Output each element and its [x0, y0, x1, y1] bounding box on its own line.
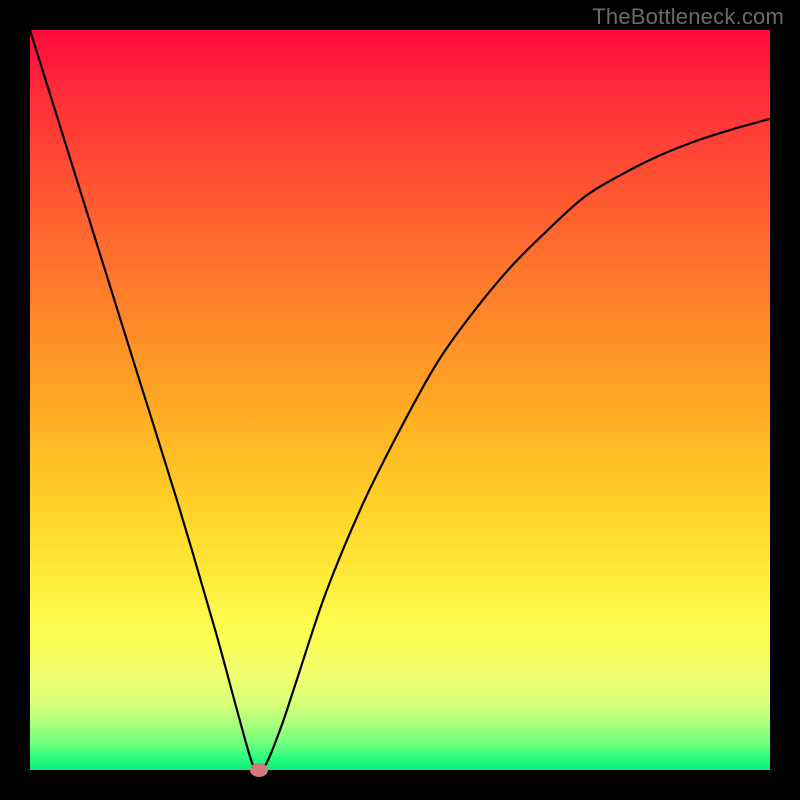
curve-svg: [30, 30, 770, 770]
bottleneck-curve: [30, 30, 770, 770]
chart-frame: TheBottleneck.com: [0, 0, 800, 800]
minimum-marker: [250, 763, 268, 777]
watermark-text: TheBottleneck.com: [592, 4, 784, 30]
plot-area: [30, 30, 770, 770]
